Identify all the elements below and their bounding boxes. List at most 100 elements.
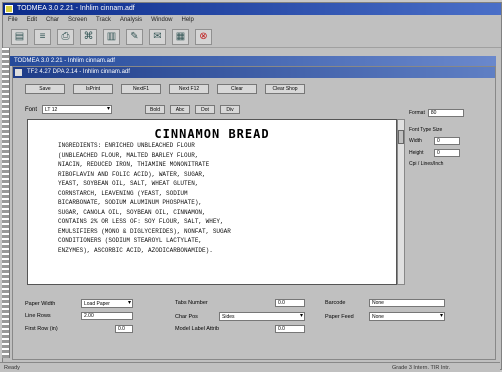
barcode-label: Barcode: [325, 300, 346, 306]
menu-track[interactable]: Track: [96, 15, 111, 26]
status-bar: Ready Grade 3 Intern. TIR Intr.: [0, 362, 500, 372]
mode-label: Model Label Attrib: [175, 326, 220, 332]
menu-file[interactable]: File: [8, 15, 18, 26]
cpi-note: Cpi / Lines/Inch: [409, 161, 444, 167]
editor-line: CORNSTARCH, LEAVENING (YEAST, SODIUM: [58, 189, 188, 197]
app-icon: [5, 5, 13, 13]
grid-icon[interactable]: ▦: [172, 28, 189, 45]
clear-shop-button[interactable]: Clear Shop: [265, 84, 305, 94]
editor-line: (UNBLEACHED FLOUR, MALTED BARLEY FLOUR,: [58, 151, 199, 159]
tabs-number-input[interactable]: 0.0: [275, 299, 305, 307]
menu-bar: File Edit Char Screen Track Analysis Win…: [3, 15, 501, 26]
width-label: Width: [409, 138, 422, 144]
document-title: TF2 4.27 DPA 2.14 - Inhlim cinnam.adf: [27, 69, 130, 75]
menu-char[interactable]: Char: [46, 15, 59, 26]
editor-line: SUGAR, CANOLA OIL, SOYBEAN OIL, CINNAMON…: [58, 208, 206, 216]
status-right: Grade 3 Intern. TIR Intr.: [392, 365, 450, 371]
first-row-row: First Row (in) 0.0: [25, 325, 133, 333]
mode-input[interactable]: 0.0: [275, 325, 305, 333]
editor-scrollbar[interactable]: [397, 119, 405, 285]
format-input[interactable]: 80: [427, 109, 464, 117]
side-panel: Format 80 Font Type Size Width 0 Height …: [409, 109, 495, 171]
menu-window[interactable]: Window: [151, 15, 172, 26]
tag-icon[interactable]: ⌘: [80, 28, 97, 45]
document-titlebar: TF2 4.27 DPA 2.14 - Inhlim cinnam.adf: [13, 67, 495, 78]
font-label: Font: [25, 106, 38, 113]
abc-button[interactable]: Abc: [170, 105, 191, 114]
paper-width-label: Paper Width: [25, 300, 56, 307]
menu-help[interactable]: Help: [182, 15, 194, 26]
inner-window-title: TODMEA 3.0 2.21 - Inhlim cinnam.adf: [14, 58, 115, 64]
editor-line: CONDITIONERS (SODIUM STEAROYL LACTYLATE,: [58, 237, 203, 244]
editor-line: CONTAINS 2% OR LESS OF: SOY FLOUR, SALT,…: [58, 218, 224, 225]
div-button[interactable]: Div: [220, 105, 241, 114]
app-titlebar: TODMEA 3.0 2.21 - Inhlim cinnam.adf: [3, 3, 501, 15]
line-rows-label: Line Rows: [25, 313, 51, 319]
document-window: TF2 4.27 DPA 2.14 - Inhlim cinnam.adf Sa…: [12, 66, 496, 360]
mode-row: Model Label Attrib 0.0: [175, 325, 305, 333]
font-row: Font LT 12 Bold Abc Dot Div: [25, 105, 241, 114]
editor-line: ENZYMES), ASCORBIC ACID, AZODICARBONAMID…: [58, 246, 213, 254]
save-icon[interactable]: ≡: [34, 28, 51, 45]
clear-button[interactable]: Clear: [217, 84, 257, 94]
height-label: Height: [409, 150, 424, 156]
left-ruler: [2, 48, 10, 358]
open-icon[interactable]: ▤: [11, 28, 28, 45]
dot-button[interactable]: Dot: [195, 105, 216, 114]
editor-line: YEAST, SOYBEAN OIL, SALT, WHEAT GLUTEN,: [58, 180, 199, 187]
width-input[interactable]: 0: [434, 137, 460, 145]
main-toolbar: ▤ ≡ ⎙ ⌘ ▥ ✎ ✉ ▦ ⊗: [3, 26, 501, 48]
paper-feed-row: Paper Feed None: [325, 312, 445, 321]
line-rows-input[interactable]: 2.00: [81, 312, 133, 320]
cpi-row: Cpi / Lines/Inch: [409, 161, 495, 167]
tabs-number-label: Tabs Number: [175, 300, 208, 306]
document-button-row: Save IsPrint NextF1 Next F12 Clear Clear…: [25, 84, 305, 94]
status-left: Ready: [4, 365, 20, 371]
paper-feed-select[interactable]: None: [369, 312, 445, 321]
line-rows-row: Line Rows 2.00: [25, 312, 133, 320]
menu-edit[interactable]: Edit: [27, 15, 37, 26]
editor-line: BICARBONATE, SODIUM ALUMINUM PHOSPHATE),: [58, 199, 203, 206]
editor-line: EMULSIFIERS (MONO & DIGLYCERIDES), NONFA…: [58, 227, 231, 235]
bar-icon[interactable]: ▥: [103, 28, 120, 45]
paper-width-row: Paper Width Load Paper: [25, 299, 133, 308]
char-pos-label: Char Pos: [175, 313, 198, 320]
width-row: Width 0: [409, 137, 495, 145]
app-title: TODMEA 3.0 2.21 - Inhlim cinnam.adf: [17, 5, 135, 12]
label-editor[interactable]: CINNAMON BREAD INGREDIENTS: ENRICHED UNB…: [27, 119, 397, 285]
format-row: Format 80: [409, 109, 495, 117]
editor-line: RIBOFLAVIN AND FOLIC ACID), WATER, SUGAR…: [58, 170, 206, 178]
first-row-input[interactable]: 0.0: [115, 325, 133, 333]
pencil-icon[interactable]: ✎: [126, 28, 143, 45]
font-select[interactable]: LT 12: [42, 105, 113, 114]
barcode-row: Barcode None: [325, 299, 445, 307]
bold-button[interactable]: Bold: [145, 105, 166, 114]
document-icon: [15, 69, 22, 76]
char-pos-select[interactable]: Sides: [219, 312, 305, 321]
paper-width-select[interactable]: Load Paper: [81, 299, 133, 308]
font-type-label: Font Type Size: [409, 127, 443, 133]
stop-icon[interactable]: ⊗: [195, 28, 212, 45]
char-pos-row: Char Pos Sides: [175, 312, 305, 321]
nextf1-button[interactable]: NextF1: [121, 84, 161, 94]
isprint-button[interactable]: IsPrint: [73, 84, 113, 94]
editor-line: INGREDIENTS: ENRICHED UNBLEACHED FLOUR: [58, 142, 195, 149]
editor-heading: CINNAMON BREAD: [154, 127, 270, 141]
barcode-input[interactable]: None: [369, 299, 445, 307]
height-input[interactable]: 0: [434, 149, 460, 157]
inner-window-titlebar: TODMEA 3.0 2.21 - Inhlim cinnam.adf: [10, 56, 496, 66]
note-icon[interactable]: ✉: [149, 28, 166, 45]
menu-screen[interactable]: Screen: [68, 15, 87, 26]
scrollbar-thumb[interactable]: [398, 130, 404, 144]
height-row: Height 0: [409, 149, 495, 157]
paper-feed-label: Paper Feed: [325, 313, 354, 320]
first-row-label: First Row (in): [25, 326, 58, 332]
menu-analysis[interactable]: Analysis: [120, 15, 142, 26]
font-type-row: Font Type Size: [409, 127, 495, 133]
editor-line: NIACIN, REDUCED IRON, THIAMINE MONONITRA…: [58, 161, 210, 168]
tabs-number-row: Tabs Number 0.0: [175, 299, 305, 307]
save-button[interactable]: Save: [25, 84, 65, 94]
format-label: Format: [409, 110, 425, 116]
nextf12-button[interactable]: Next F12: [169, 84, 209, 94]
print-icon[interactable]: ⎙: [57, 28, 74, 45]
